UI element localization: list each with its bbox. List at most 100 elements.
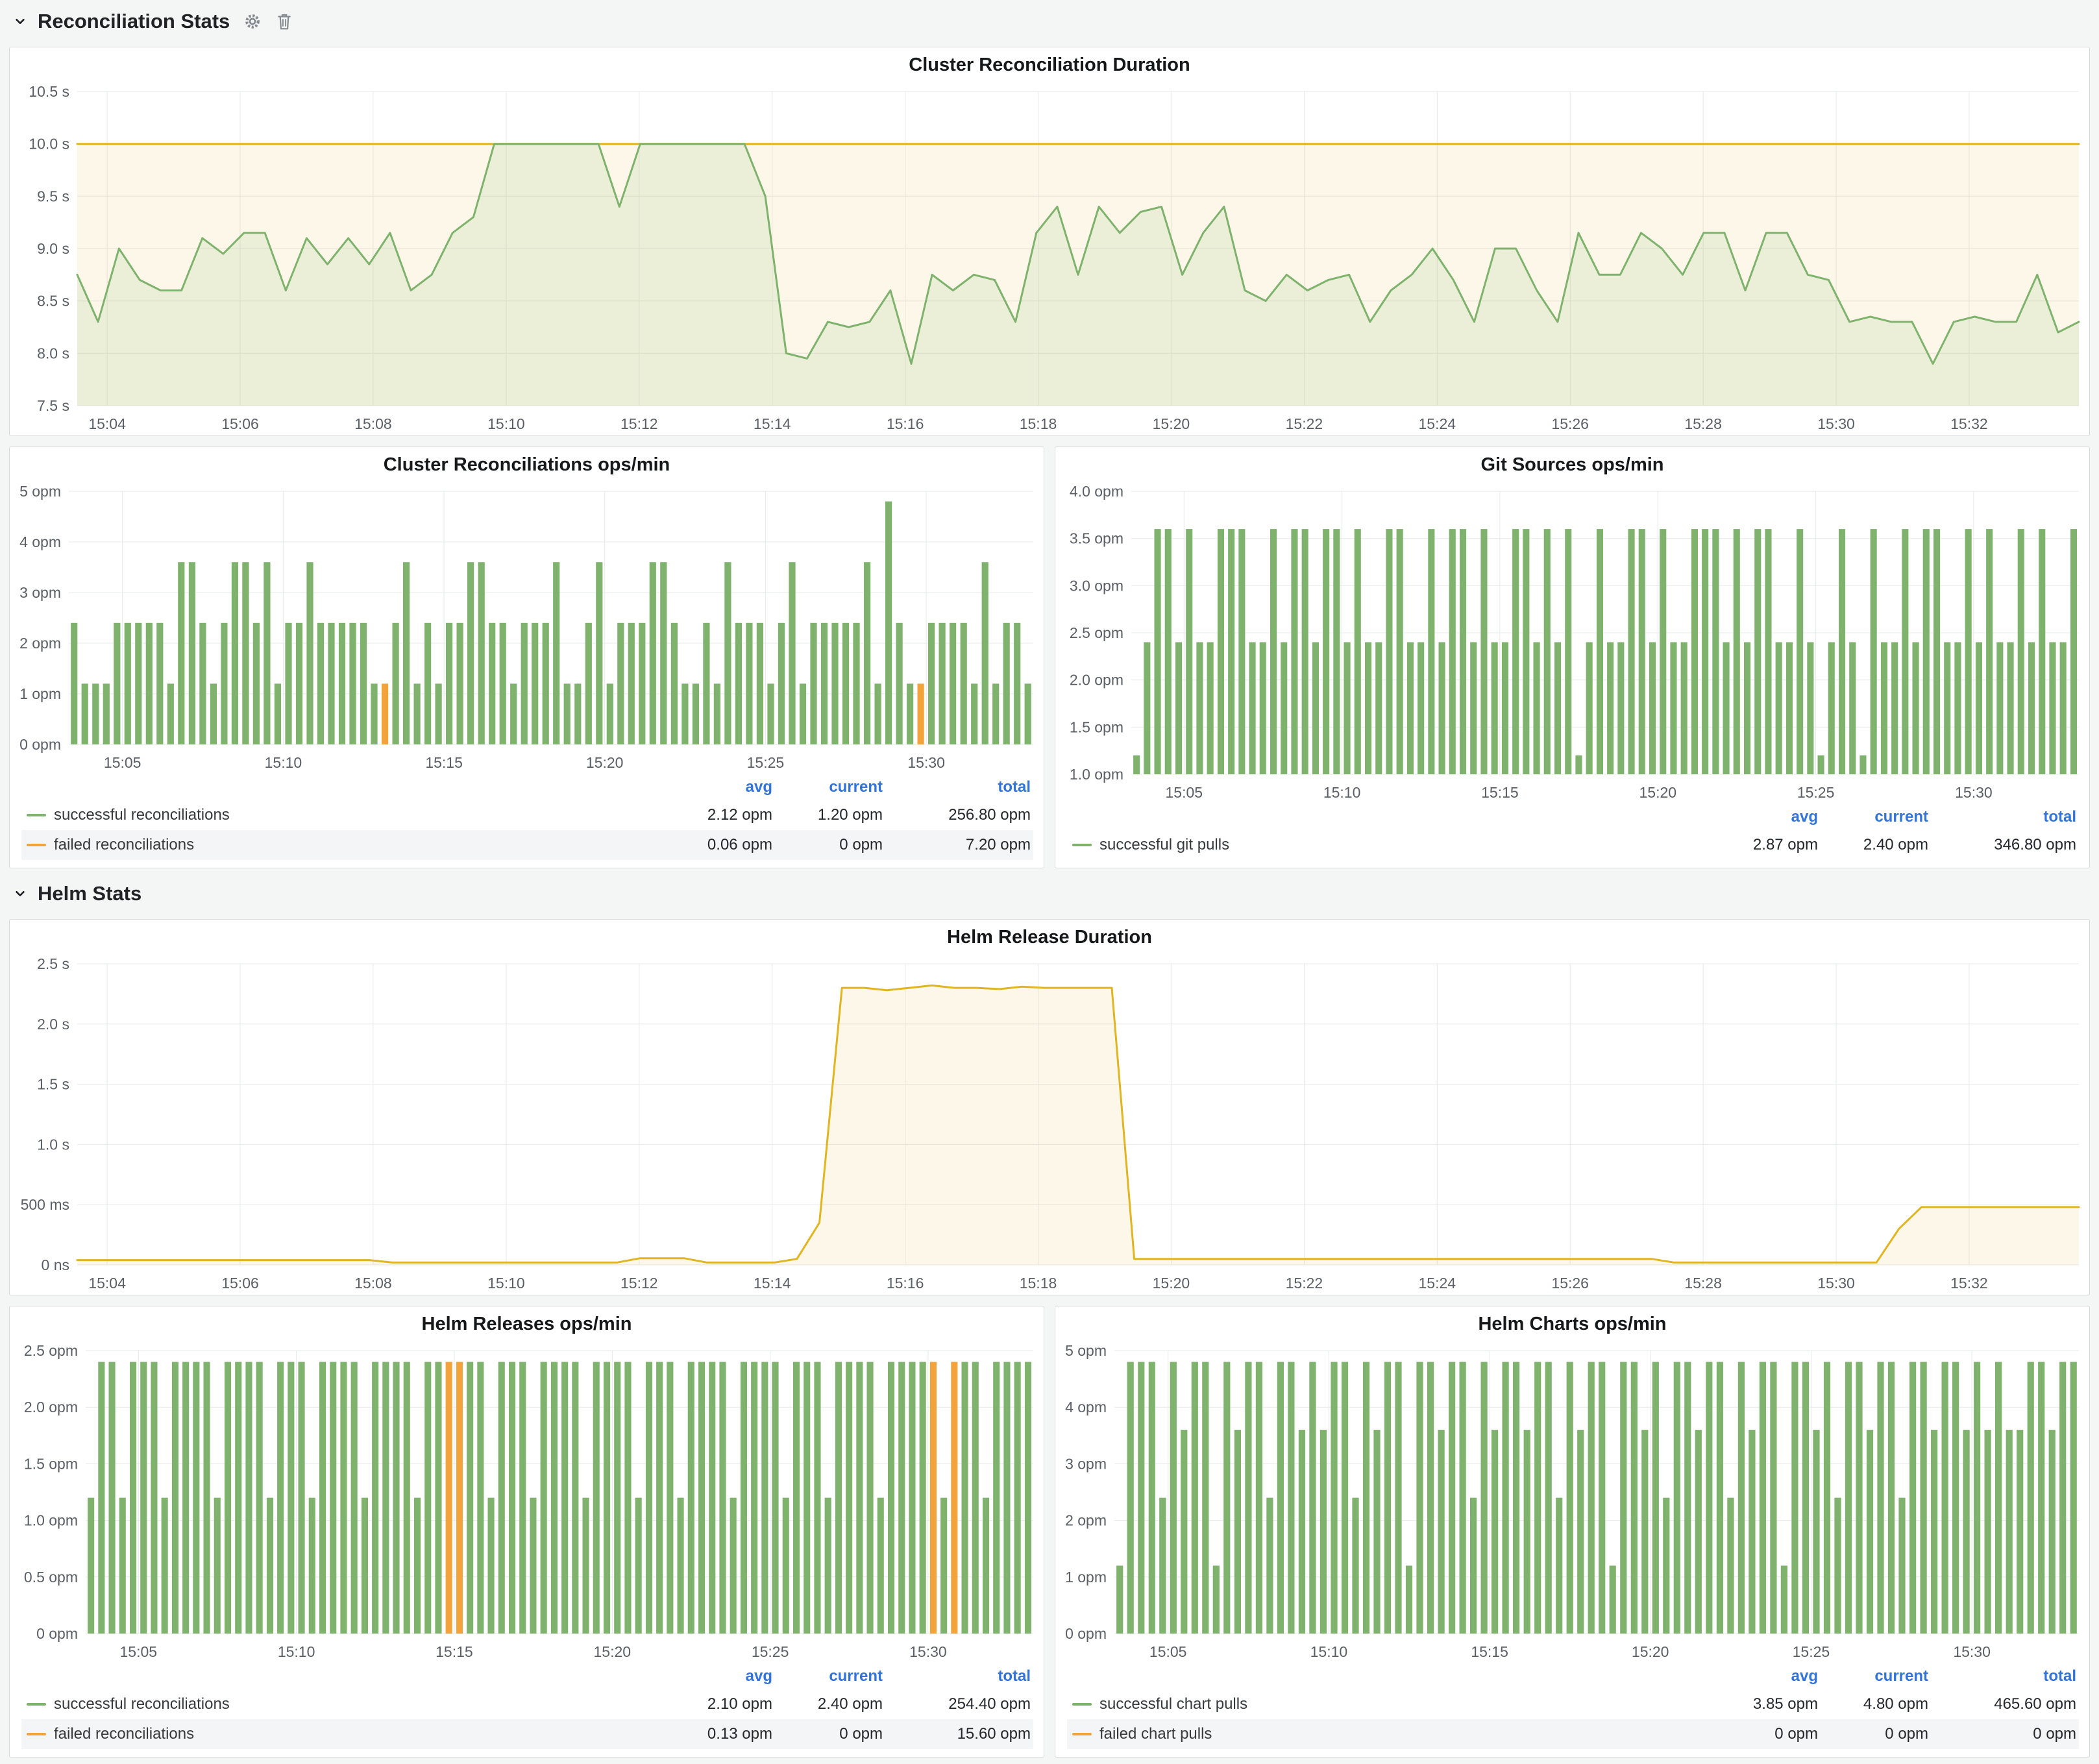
y-axis-label: 2.0 opm <box>1070 672 1123 689</box>
bar-successful <box>1807 643 1813 775</box>
legend-series-label: successful git pulls <box>1099 836 1229 854</box>
legend-sort-avg[interactable]: avg <box>1721 808 1818 826</box>
legend-sort-current[interactable]: current <box>772 778 883 796</box>
bar-successful <box>730 1498 737 1634</box>
bar-successful <box>1384 1362 1391 1634</box>
bar-successful <box>151 1362 157 1634</box>
bar-successful <box>1963 1430 1970 1634</box>
bar-successful <box>972 1362 979 1634</box>
legend-sort-avg[interactable]: avg <box>1721 1667 1818 1685</box>
bar-successful <box>714 683 720 744</box>
git-sources-chart[interactable]: 1.0 opm1.5 opm2.0 opm2.5 opm3.0 opm3.5 o… <box>1055 482 2089 804</box>
bar-successful <box>521 623 528 744</box>
legend-value-total: 465.60 opm <box>1928 1695 2076 1713</box>
dashboard-row-helm-stats[interactable]: Helm Stats <box>9 879 2090 909</box>
legend-sort-avg[interactable]: avg <box>675 1667 772 1685</box>
bar-successful <box>1438 1430 1445 1634</box>
bar-successful <box>1302 529 1308 774</box>
legend-series-toggle[interactable]: successful git pulls <box>1072 836 1229 854</box>
bar-successful <box>1617 643 1624 775</box>
legend-series-toggle[interactable]: successful reconciliations <box>27 1695 230 1713</box>
bar-successful <box>1567 1362 1573 1634</box>
bar-successful <box>424 623 431 744</box>
legend-series-toggle[interactable]: failed reconciliations <box>27 836 194 854</box>
legend-series-toggle[interactable]: successful chart pulls <box>1072 1695 1247 1713</box>
x-axis-label: 15:20 <box>1153 415 1190 432</box>
legend-sort-current[interactable]: current <box>772 1667 883 1685</box>
bar-successful <box>382 1362 389 1634</box>
legend-sort-total[interactable]: total <box>1928 808 2076 826</box>
bar-successful <box>741 1362 747 1634</box>
bar-successful <box>1652 1362 1659 1634</box>
legend-value-current: 0 opm <box>772 836 883 854</box>
bar-successful <box>1249 643 1256 775</box>
bar-successful <box>821 623 828 744</box>
legend-sort-total[interactable]: total <box>883 1667 1031 1685</box>
helm-charts-chart[interactable]: 0 opm1 opm2 opm3 opm4 opm5 opm15:0515:10… <box>1055 1341 2089 1663</box>
cluster-reconciliation-duration-chart[interactable]: 7.5 s8.0 s8.5 s9.0 s9.5 s10.0 s10.5 s15:… <box>10 82 2089 435</box>
panel-title[interactable]: Helm Charts ops/min <box>1055 1306 2089 1341</box>
panel-title[interactable]: Cluster Reconciliation Duration <box>10 47 2089 82</box>
chevron-down-icon[interactable] <box>12 13 29 30</box>
legend-series-label: successful reconciliations <box>54 806 230 824</box>
dashboard-row-reconciliation-stats[interactable]: Reconciliation Stats <box>9 6 2090 36</box>
bar-successful <box>478 562 485 744</box>
bar-successful <box>267 1498 273 1634</box>
legend-sort-current[interactable]: current <box>1818 1667 1928 1685</box>
bar-successful <box>1534 1362 1541 1634</box>
legend-series-toggle[interactable]: failed chart pulls <box>1072 1725 1212 1743</box>
bar-successful <box>2038 1362 2044 1634</box>
bar-successful <box>288 1362 294 1634</box>
bar-successful <box>1995 1362 2002 1634</box>
legend-series-toggle[interactable]: successful reconciliations <box>27 806 230 824</box>
bar-successful <box>564 683 571 744</box>
bar-successful <box>1014 1362 1021 1634</box>
legend-sort-avg[interactable]: avg <box>675 778 772 796</box>
x-axis-label: 15:14 <box>754 415 791 432</box>
bar-successful <box>393 623 399 744</box>
bar-successful <box>1512 529 1519 774</box>
legend-sort-total[interactable]: total <box>883 778 1031 796</box>
bar-successful <box>751 1362 757 1634</box>
panel-title[interactable]: Helm Release Duration <box>10 920 2089 955</box>
bar-successful <box>1234 1430 1241 1634</box>
legend-sort-current[interactable]: current <box>1818 808 1928 826</box>
panel-title[interactable]: Git Sources ops/min <box>1055 447 2089 482</box>
y-axis-label: 2.5 opm <box>24 1342 78 1359</box>
legend-sort-total[interactable]: total <box>1928 1667 2076 1685</box>
y-axis-label: 0 ns <box>42 1256 69 1273</box>
bar-successful <box>541 1362 547 1634</box>
helm-release-duration-chart[interactable]: 0 ns500 ms1.0 s1.5 s2.0 s2.5 s15:0415:06… <box>10 955 2089 1295</box>
bar-successful <box>1749 1430 1755 1634</box>
legend-value-current: 4.80 opm <box>1818 1695 1928 1713</box>
legend-series-label: failed reconciliations <box>54 836 194 854</box>
bar-successful <box>1813 1430 1819 1634</box>
bar-successful <box>1834 1498 1841 1634</box>
bar-successful <box>1207 643 1214 775</box>
chevron-down-icon[interactable] <box>12 885 29 902</box>
row-title-reconciliation-stats[interactable]: Reconciliation Stats <box>38 10 230 33</box>
bar-failed <box>918 683 924 744</box>
bar-successful <box>909 1362 915 1634</box>
bar-successful <box>1681 643 1688 775</box>
bar-successful <box>172 1362 178 1634</box>
gear-icon[interactable] <box>243 12 262 31</box>
helm-releases-chart[interactable]: 0 opm0.5 opm1.0 opm1.5 opm2.0 opm2.5 opm… <box>10 1341 1044 1663</box>
bar-successful <box>88 1498 94 1634</box>
bar-successful <box>1449 1362 1455 1634</box>
row-title-helm-stats[interactable]: Helm Stats <box>38 882 141 905</box>
series-color-dash-icon <box>1072 1733 1092 1735</box>
trash-icon[interactable] <box>275 12 293 31</box>
bar-successful <box>1291 529 1297 774</box>
cluster-reconciliations-chart[interactable]: 0 opm1 opm2 opm3 opm4 opm5 opm15:0515:10… <box>10 482 1044 774</box>
bar-successful <box>1138 1362 1144 1634</box>
bar-successful <box>1620 1362 1626 1634</box>
x-axis-label: 15:32 <box>1950 1275 1988 1292</box>
panel-title[interactable]: Helm Releases ops/min <box>10 1306 1044 1341</box>
y-axis-label: 3.0 opm <box>1070 577 1123 594</box>
bar-successful <box>1791 1362 1798 1634</box>
panel-title[interactable]: Cluster Reconciliations ops/min <box>10 447 1044 482</box>
bar-successful <box>646 1362 652 1634</box>
legend-series-toggle[interactable]: failed reconciliations <box>27 1725 194 1743</box>
bar-successful <box>825 1498 831 1634</box>
